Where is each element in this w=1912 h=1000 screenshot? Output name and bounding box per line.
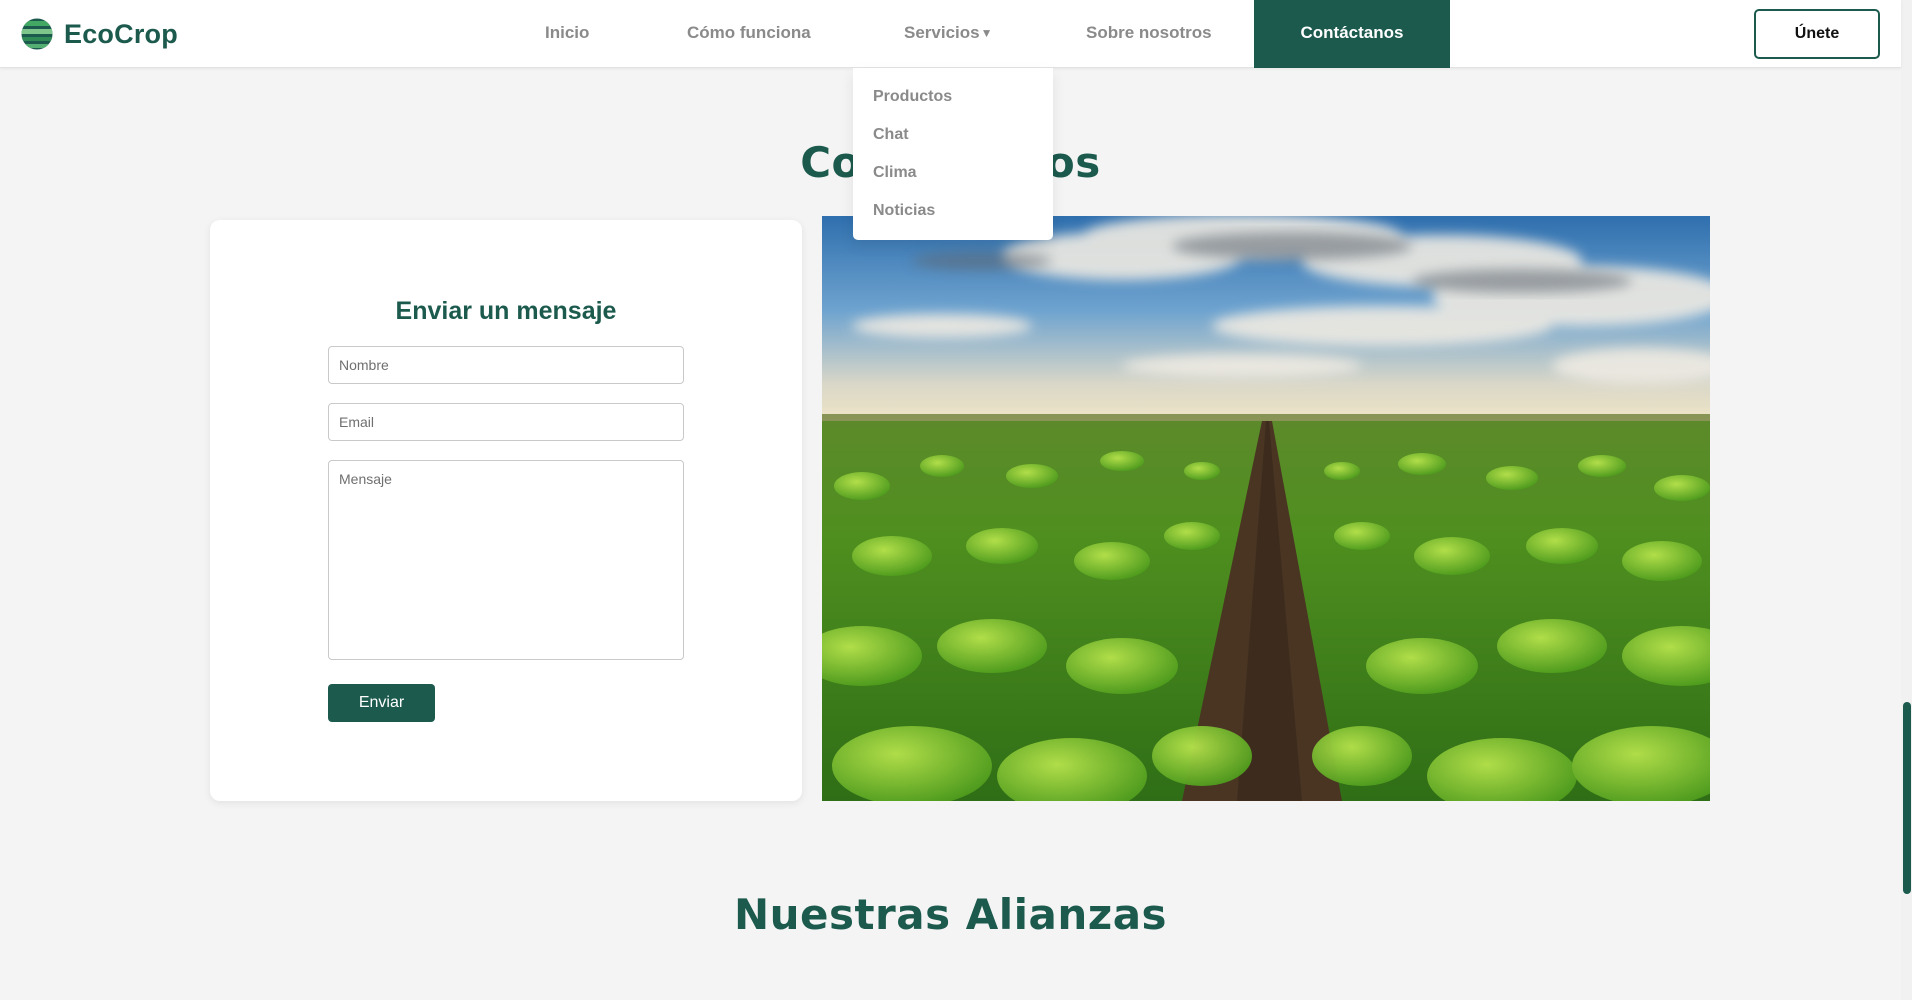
brand-name: EcoCrop [64,18,178,49]
nav-servicios-label: Servicios [904,23,980,42]
nav-como-funciona[interactable]: Cómo funciona [687,0,811,68]
site-header: EcoCrop Inicio Cómo funciona Servicios▼ … [0,0,1901,68]
join-button[interactable]: Únete [1754,9,1880,59]
form-title: Enviar un mensaje [395,297,617,325]
crop-field-image [822,216,1710,801]
nav-servicios[interactable]: Servicios▼ [904,0,993,68]
nav-inicio[interactable]: Inicio [545,0,589,68]
alliances-title: Nuestras Alianzas [733,890,1168,939]
message-field[interactable] [328,460,684,660]
email-field[interactable] [328,403,684,441]
dropdown-item-chat[interactable]: Chat [873,126,909,144]
servicios-dropdown: Productos Chat Clima Noticias [853,68,1053,240]
dropdown-item-noticias[interactable]: Noticias [873,202,935,220]
send-button[interactable]: Enviar [328,684,435,722]
scrollbar-track[interactable] [1901,0,1912,1000]
dropdown-item-clima[interactable]: Clima [873,164,917,182]
dropdown-item-productos[interactable]: Productos [873,88,952,106]
globe-stripes-icon [21,18,53,50]
page: EcoCrop Inicio Cómo funciona Servicios▼ … [0,0,1912,1000]
nav-sobre-nosotros[interactable]: Sobre nosotros [1086,0,1212,68]
caret-down-icon: ▼ [980,26,993,40]
name-field[interactable] [328,346,684,384]
brand-logo[interactable]: EcoCrop [21,18,178,50]
contact-form-card: Enviar un mensaje Enviar [210,220,802,801]
nav-contactanos[interactable]: Contáctanos [1254,0,1450,68]
scrollbar-thumb[interactable] [1903,702,1911,894]
